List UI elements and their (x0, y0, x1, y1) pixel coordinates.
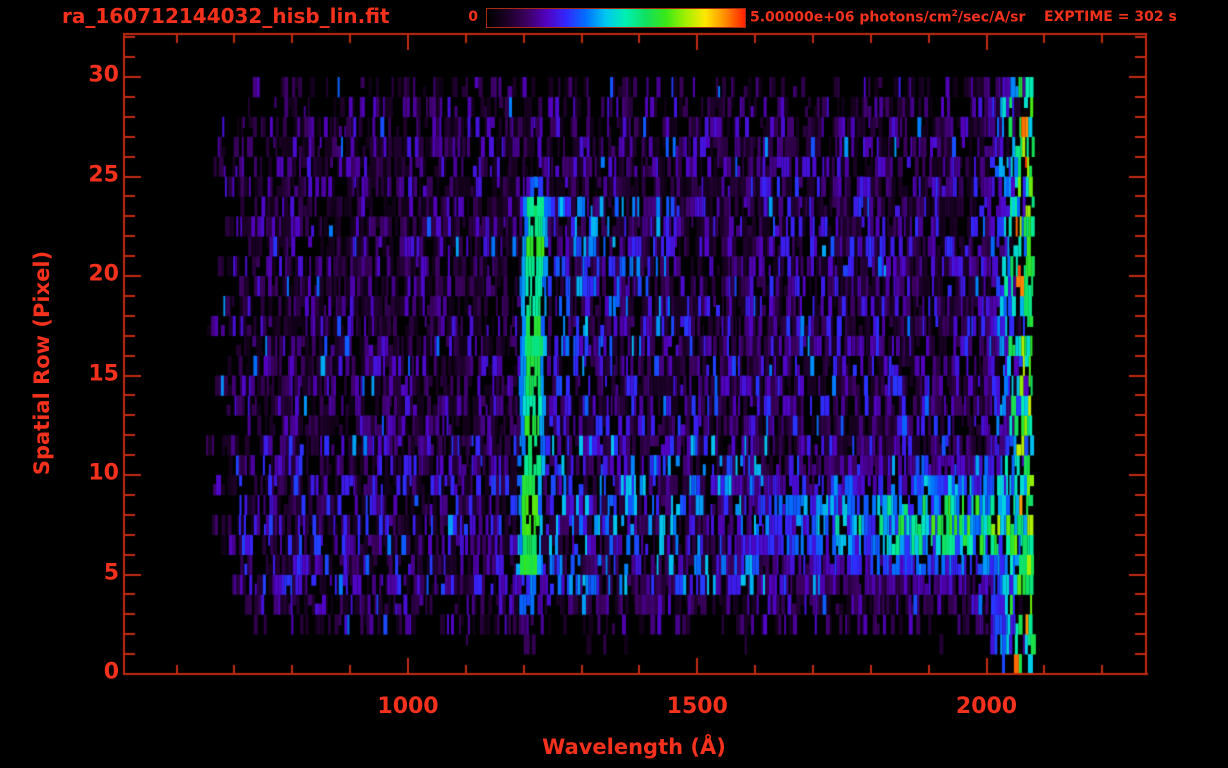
colorbar-units-prefix: photons/cm (854, 9, 952, 26)
spectrogram-canvas (0, 0, 1228, 768)
y-tick-label: 30 (88, 62, 119, 88)
colorbar-max-value: 5.00000e+06 (750, 9, 855, 26)
colorbar-min-label: 0 (468, 9, 478, 25)
x-tick-label: 2000 (955, 694, 1018, 719)
colorbar-gradient (487, 9, 745, 27)
colorbar (486, 8, 746, 28)
y-axis-title: Spatial Row (Pixel) (30, 250, 54, 476)
y-tick-label: 5 (103, 560, 119, 585)
y-tick-label: 25 (88, 162, 119, 187)
x-tick-label: 1000 (377, 694, 439, 719)
x-axis-title: Wavelength (Å) (542, 735, 726, 759)
x-tick-label: 1500 (666, 694, 728, 719)
exptime-label: EXPTIME = 302 s (1044, 9, 1177, 25)
y-tick-label: 0 (103, 659, 119, 685)
y-tick-label: 10 (88, 460, 119, 486)
colorbar-units-suffix: /sec/A/sr (957, 9, 1026, 26)
y-tick-label: 15 (88, 361, 119, 386)
file-title: ra_160712144032_hisb_lin.fit (62, 4, 390, 28)
colorbar-max-label: 5.00000e+06 photons/cm2/sec/A/sr (750, 9, 1025, 26)
app-window: ra_160712144032_hisb_lin.fit 0 5.00000e+… (0, 0, 1228, 768)
y-tick-label: 20 (88, 261, 119, 287)
